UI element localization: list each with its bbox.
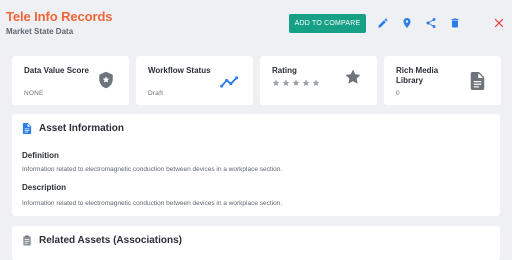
- card-workflow-status[interactable]: Workflow Status Draft: [136, 56, 253, 105]
- asset-information-panel: Asset Information Definition Information…: [12, 114, 500, 216]
- star-icon[interactable]: [312, 79, 320, 87]
- document-icon: [470, 71, 485, 91]
- edit-icon[interactable]: [374, 14, 392, 32]
- clipboard-icon: [23, 235, 31, 246]
- card-value: NONE: [24, 90, 44, 97]
- page-subtitle: Market State Data: [6, 27, 74, 36]
- definition-text: Information related to electromagnetic c…: [22, 166, 283, 173]
- card-title: Rating: [272, 66, 297, 75]
- star-icon[interactable]: [302, 79, 310, 87]
- card-title: Rich Media Library: [396, 66, 439, 85]
- card-title: Workflow Status: [148, 66, 211, 75]
- card-title: Data Value Score: [24, 66, 89, 75]
- close-icon[interactable]: [490, 14, 508, 32]
- location-icon[interactable]: [398, 14, 416, 32]
- star-icon[interactable]: [282, 79, 290, 87]
- document-icon: [22, 123, 32, 134]
- shield-star-icon: [97, 70, 115, 90]
- star-icon[interactable]: [272, 79, 280, 87]
- page-title: Tele Info Records: [6, 9, 113, 24]
- related-assets-panel: Related Assets (Associations): [12, 226, 500, 260]
- trend-icon: [220, 75, 240, 89]
- card-data-value-score[interactable]: Data Value Score NONE: [12, 56, 129, 105]
- share-icon[interactable]: [422, 14, 440, 32]
- card-rich-media-library[interactable]: Rich Media Library 0: [384, 56, 501, 105]
- description-text: Information related to electromagnetic c…: [22, 200, 283, 207]
- panel-title: Asset Information: [39, 123, 125, 134]
- panel-title: Related Assets (Associations): [39, 235, 183, 246]
- page-header: Tele Info Records Market State Data ADD …: [0, 0, 512, 52]
- star-icon: [344, 68, 362, 86]
- delete-icon[interactable]: [446, 14, 464, 32]
- card-rating[interactable]: Rating: [260, 56, 377, 105]
- definition-label: Definition: [22, 151, 59, 160]
- description-label: Description: [22, 183, 67, 192]
- card-value: Draft: [148, 90, 164, 97]
- star-rating[interactable]: [272, 79, 320, 87]
- add-to-compare-button[interactable]: ADD TO COMPARE: [289, 14, 366, 33]
- star-icon[interactable]: [292, 79, 300, 87]
- card-value: 0: [396, 90, 400, 97]
